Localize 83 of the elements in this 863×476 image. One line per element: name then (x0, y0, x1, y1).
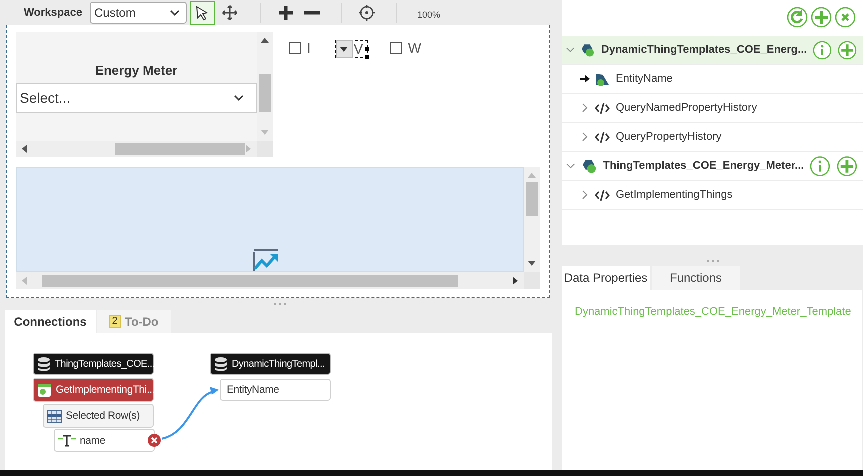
chevron-icon[interactable] (580, 190, 590, 200)
caret-icon (234, 95, 244, 101)
horizontal-scrollbar[interactable] (16, 141, 257, 157)
zoom-in-icon[interactable] (278, 4, 294, 20)
chevron-icon[interactable] (566, 161, 576, 171)
zoom-out-icon[interactable] (304, 10, 320, 14)
zoom-level: 100% (418, 10, 441, 20)
table-icon (47, 410, 62, 422)
workspace-select[interactable]: Custom (90, 2, 186, 24)
info-icon[interactable] (810, 156, 831, 176)
chevron-icon[interactable] (580, 132, 590, 142)
note-badge: 2 (109, 315, 121, 328)
widget-title: Energy Meter (95, 63, 178, 78)
tree-item[interactable]: ThingTemplates_COE_Energy_Meter... (562, 152, 863, 181)
vertical-scrollbar[interactable] (257, 32, 273, 141)
add-icon[interactable] (838, 40, 858, 60)
code-icon (595, 102, 610, 114)
pointer-tool-button[interactable] (190, 0, 214, 24)
add-icon[interactable] (811, 7, 832, 28)
workspace-label: Workspace (24, 6, 82, 18)
horizontal-scrollbar[interactable] (16, 272, 524, 289)
node-label: EntityName (227, 384, 280, 396)
caret-icon (340, 46, 348, 52)
panel-tab[interactable]: 2 To-Do (97, 310, 171, 333)
database-icon (214, 356, 228, 372)
panel-tab[interactable]: Connections (5, 310, 96, 333)
template-icon (582, 158, 598, 174)
caret-icon (170, 10, 180, 16)
property-icon (595, 72, 610, 86)
field-node[interactable]: name (54, 429, 155, 452)
chevron-icon[interactable] (566, 45, 575, 55)
cursor-icon (194, 4, 210, 20)
panel-tab[interactable]: Data Properties (562, 266, 650, 290)
scroll-right-icon[interactable] (513, 276, 518, 284)
chevron-icon[interactable] (580, 103, 590, 113)
tree-item[interactable]: EntityName (562, 65, 863, 94)
arrow-right-icon (580, 75, 590, 83)
tree-item-label: GetImplementingThings (616, 189, 733, 201)
database-icon (37, 356, 51, 372)
parameter-node[interactable]: EntityName (220, 379, 331, 401)
node-label: Selected Row(s) (66, 410, 140, 422)
template-icon (581, 42, 596, 58)
code-icon (595, 190, 610, 200)
scrollbar-corner (524, 272, 540, 289)
tree-item[interactable]: QueryPropertyHistory (562, 123, 863, 152)
code-icon (595, 132, 610, 142)
add-icon[interactable] (836, 156, 857, 176)
panel-tab[interactable]: Functions (652, 266, 740, 290)
tree-item-label: QueryPropertyHistory (616, 131, 722, 143)
text-type-icon (58, 434, 76, 446)
node-label: name (80, 434, 106, 446)
node-label: DynamicThingTempl... (232, 358, 325, 370)
tree-item-label: EntityName (616, 73, 673, 85)
scrollbar-thumb[interactable] (526, 182, 538, 216)
tree-item[interactable]: GetImplementingThings (562, 181, 863, 210)
source-node[interactable]: DynamicThingTempl... (210, 353, 331, 375)
move-icon (222, 4, 238, 20)
scroll-down-icon[interactable] (528, 261, 536, 266)
scroll-left-icon[interactable] (22, 145, 27, 153)
vertical-scrollbar[interactable] (524, 167, 540, 272)
scrollbar-thumb[interactable] (115, 143, 245, 155)
checkbox[interactable]: I (289, 40, 311, 56)
scrollbar-corner (257, 141, 273, 157)
meter-select[interactable]: Select... (16, 83, 257, 113)
info-icon[interactable] (813, 40, 832, 60)
refresh-icon[interactable] (787, 7, 808, 28)
error-icon[interactable] (148, 434, 161, 447)
scrollbar-thumb[interactable] (259, 74, 271, 112)
dropdown-widget[interactable]: V (334, 40, 368, 58)
template-name: ThingTemplates_COE_Energy_Meter... (603, 160, 804, 172)
chart-icon (253, 249, 279, 271)
template-name: DynamicThingTemplates_COE_Energ... (601, 44, 808, 56)
tree-item-label: QueryNamedPropertyHistory (616, 102, 758, 114)
connection-arrow (162, 387, 219, 440)
close-icon[interactable] (835, 7, 856, 28)
checkbox[interactable]: W (390, 40, 422, 56)
rows-node[interactable]: Selected Row(s) (43, 404, 154, 428)
target-icon[interactable] (358, 4, 374, 20)
tree-item[interactable]: DynamicThingTemplates_COE_Energ... (562, 36, 863, 65)
service-icon (37, 382, 52, 398)
scroll-up-icon[interactable] (261, 38, 269, 43)
scrollbar-thumb[interactable] (42, 274, 458, 286)
tree-item[interactable]: QueryNamedPropertyHistory (562, 94, 863, 123)
